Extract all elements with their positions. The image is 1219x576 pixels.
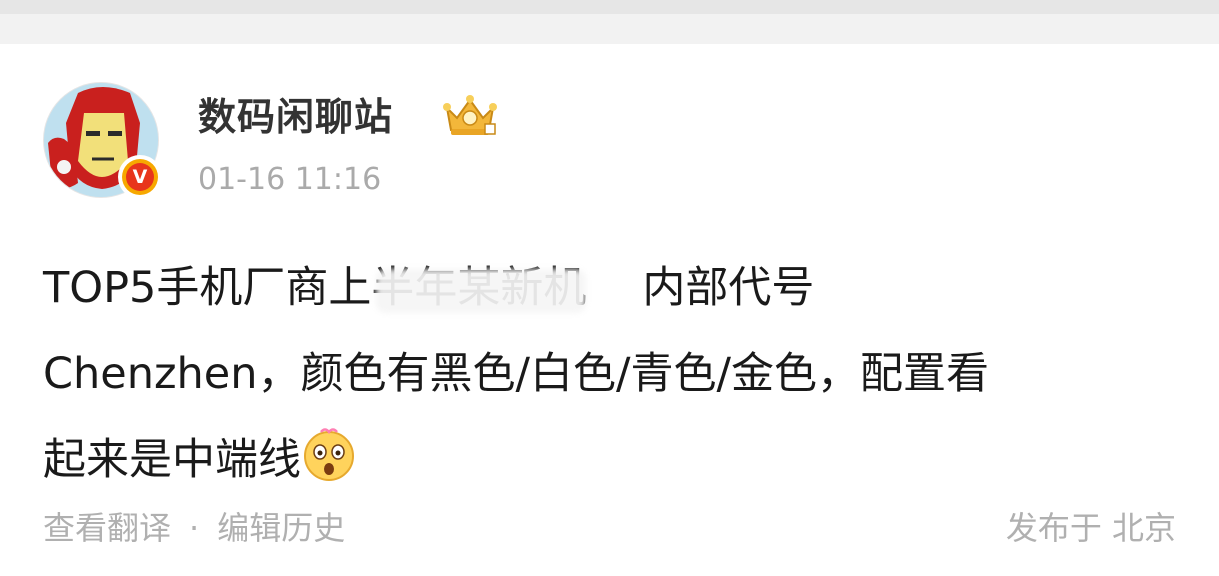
- post-line-2: Chenzhen，颜色有黑色/白色/青色/金色，配置看: [43, 349, 989, 399]
- post-line-3: 起来是中端线: [43, 417, 1173, 503]
- top-divider-band: [0, 0, 1219, 44]
- footer-separator: ·: [189, 509, 200, 547]
- shocked-emoji-icon: [304, 428, 354, 481]
- verified-v-icon: V: [126, 163, 154, 191]
- post-content: TOP5手机厂商上半年某新机 内部代号 Chenzhen，颜色有黑色/白色/青色/…: [43, 245, 1173, 503]
- redacted-blur: [376, 268, 587, 313]
- post-line-3-text: 起来是中端线: [43, 435, 301, 485]
- post-line-1-text-b: 内部代号: [642, 263, 815, 313]
- post-footer-actions: 查看翻译 · 编辑历史: [43, 508, 345, 548]
- verified-badge-ring: V: [122, 159, 158, 195]
- top-divider-shadow: [0, 0, 1219, 14]
- translate-link[interactable]: 查看翻译: [43, 509, 171, 547]
- post-location: 发布于 北京: [1005, 509, 1176, 547]
- verified-badge: V: [118, 155, 162, 199]
- post-timestamp: 01-16 11:16: [198, 162, 382, 197]
- crown-level-icon[interactable]: [441, 94, 499, 138]
- post-line-1: TOP5手机厂商上半年某新机 内部代号: [43, 245, 1173, 331]
- edit-history-link[interactable]: 编辑历史: [217, 509, 345, 547]
- author-name[interactable]: 数码闲聊站: [198, 92, 393, 142]
